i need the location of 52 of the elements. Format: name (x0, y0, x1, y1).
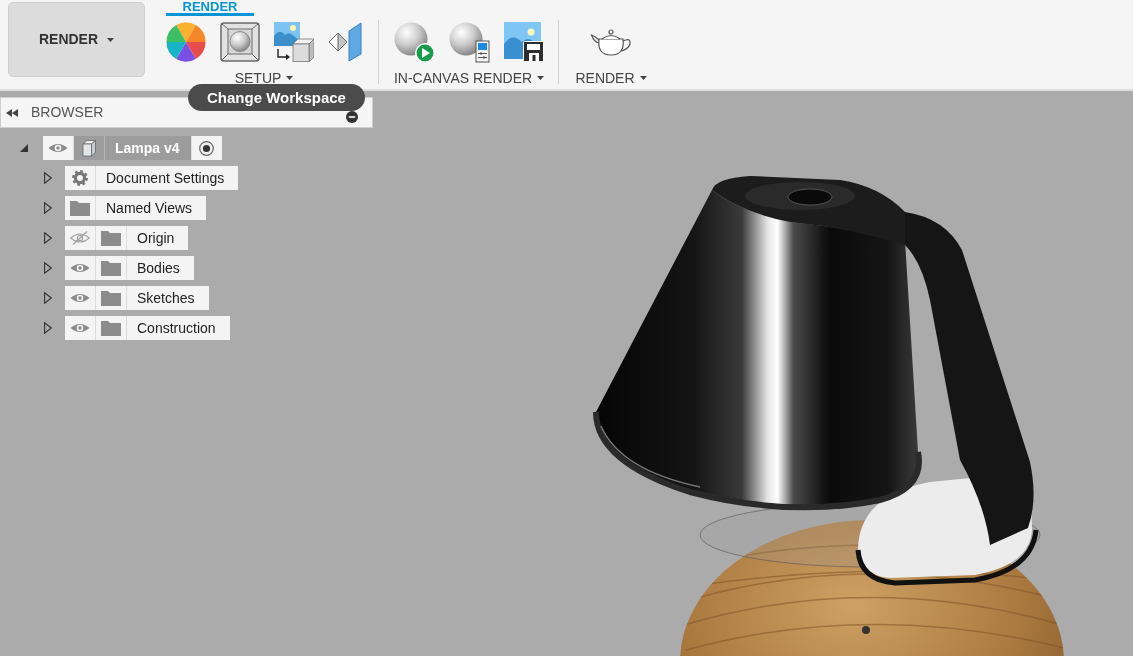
minus-circle-icon[interactable] (346, 111, 358, 123)
folder-icon (101, 230, 121, 246)
double-arrow-icon[interactable] (6, 108, 18, 117)
tree-item[interactable]: Construction (65, 316, 230, 340)
color-wheel-icon[interactable] (166, 22, 206, 62)
sphere-with-panel-icon[interactable] (449, 21, 490, 63)
cube-icon (74, 136, 105, 160)
gear-icon (72, 170, 88, 186)
caret-icon (537, 76, 545, 80)
folder-icon (70, 200, 90, 216)
tree-caret-icon[interactable] (44, 292, 52, 304)
tree-caret-icon[interactable] (44, 232, 52, 244)
group-menu-button[interactable]: SETUP (234, 70, 294, 86)
sphere-in-box-icon[interactable] (220, 22, 260, 62)
folder-icon (101, 290, 121, 306)
tree-item[interactable]: Named Views (65, 196, 207, 220)
tree-caret-icon[interactable] (44, 262, 52, 274)
tree-item-label: Sketches (136, 288, 196, 308)
tooltip: Change Workspace (188, 84, 365, 111)
caret-icon (107, 37, 115, 42)
folder-icon (101, 260, 121, 276)
tree-item[interactable]: Sketches (65, 286, 209, 310)
tree-item-label: Named Views (105, 198, 194, 218)
tree-item-label: Bodies (136, 258, 181, 278)
group-menu-button[interactable]: IN-CANVAS RENDER (393, 70, 545, 86)
workspace-button[interactable]: RENDER (8, 2, 145, 77)
tree-caret-icon[interactable] (44, 202, 52, 214)
tree-item[interactable]: Origin (65, 226, 189, 250)
picture-and-cube-icon[interactable] (274, 22, 314, 62)
tree-caret-icon[interactable] (44, 172, 52, 184)
sphere-play-icon[interactable] (394, 21, 435, 63)
tree-caret-icon[interactable] (20, 144, 28, 152)
eye-icon[interactable] (70, 322, 90, 334)
tree-caret-icon[interactable] (44, 322, 52, 334)
picture-save-icon[interactable] (504, 22, 544, 62)
tree-item-label: Lampa v4 (105, 136, 191, 160)
tree-item[interactable]: Bodies (65, 256, 194, 280)
caret-icon (286, 76, 294, 80)
eye-icon[interactable] (70, 262, 90, 274)
radio-icon[interactable] (199, 140, 215, 156)
tree-item-label: Document Settings (105, 168, 226, 188)
tree-item-label: Origin (136, 228, 176, 248)
tree-item-label: Construction (136, 318, 217, 338)
teapot-icon[interactable] (590, 27, 632, 57)
eye-icon[interactable] (48, 142, 68, 154)
caret-icon (639, 76, 647, 80)
diamond-and-plane-icon[interactable] (328, 22, 362, 62)
group-menu-button[interactable]: RENDER (575, 70, 647, 86)
folder-icon (101, 320, 121, 336)
tree-item[interactable]: Document Settings (65, 166, 239, 190)
panel-title: BROWSER (31, 103, 104, 122)
eye-icon[interactable] (70, 292, 90, 304)
